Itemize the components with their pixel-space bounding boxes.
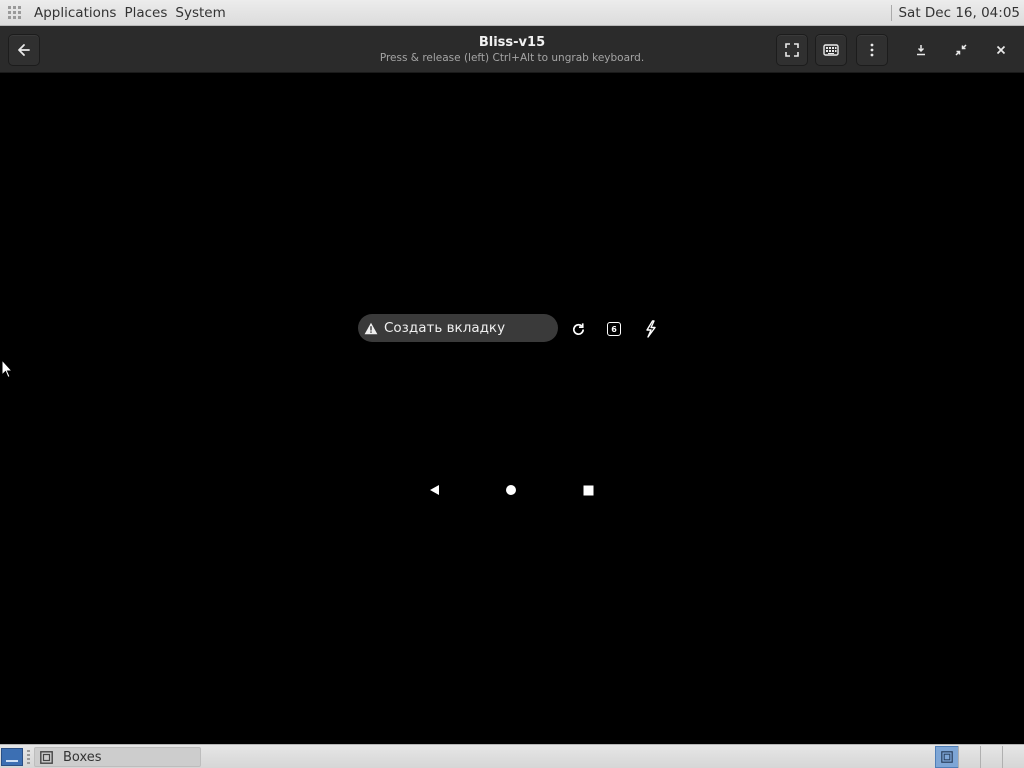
- unmaximize-button[interactable]: [945, 34, 977, 66]
- minimize-button[interactable]: [905, 34, 937, 66]
- search-label: Создать вкладку: [384, 320, 506, 336]
- boxes-headerbar: Bliss-v15 Press & release (left) Ctrl+Al…: [0, 26, 1024, 73]
- close-icon: [996, 45, 1006, 55]
- task-boxes[interactable]: Boxes: [34, 747, 201, 767]
- keyboard-icon: [823, 44, 839, 56]
- menu-system[interactable]: System: [171, 5, 229, 21]
- clock[interactable]: Sat Dec 16, 04:05: [891, 0, 1020, 25]
- mouse-pointer-icon: [1, 359, 13, 379]
- restore-icon: [955, 44, 967, 56]
- workspace-3[interactable]: [980, 746, 1004, 768]
- close-button[interactable]: [985, 34, 1017, 66]
- workspace-2[interactable]: [958, 746, 982, 768]
- show-desktop-button[interactable]: [1, 748, 23, 766]
- apps-grid-icon[interactable]: [8, 5, 22, 20]
- menu-applications[interactable]: Applications: [30, 5, 120, 21]
- menu-button[interactable]: [856, 34, 888, 66]
- workspace-window-icon: [941, 751, 953, 763]
- vm-display[interactable]: [0, 73, 1024, 744]
- nav-back-button[interactable]: [426, 482, 442, 498]
- kebab-menu-icon: [870, 43, 874, 57]
- tab-count: 6: [607, 322, 621, 336]
- clock-separator: [891, 4, 893, 21]
- home-circle-icon: [506, 485, 516, 495]
- recents-square-icon: [583, 485, 593, 495]
- reload-button[interactable]: [569, 320, 587, 338]
- tab-switcher-button[interactable]: 6: [605, 320, 623, 338]
- clock-label: Sat Dec 16, 04:05: [898, 4, 1020, 21]
- fullscreen-icon: [785, 43, 799, 57]
- back-triangle-icon: [430, 485, 439, 495]
- boxes-app-icon: [40, 750, 53, 764]
- taskbar: Boxes: [0, 744, 1024, 768]
- workspace-4[interactable]: [1002, 746, 1024, 768]
- browser-menu-button[interactable]: [641, 319, 659, 339]
- keyboard-button[interactable]: [815, 34, 847, 66]
- lightning-icon: [646, 320, 656, 338]
- workspace-1[interactable]: [935, 746, 959, 768]
- taskbar-handle[interactable]: [27, 750, 30, 764]
- reload-icon: [572, 322, 584, 335]
- warning-icon: [364, 322, 378, 335]
- task-label: Boxes: [63, 749, 102, 765]
- minimize-icon: [917, 45, 925, 56]
- top-panel: Applications Places System Sat Dec 16, 0…: [0, 0, 1024, 26]
- nav-recents-button[interactable]: [580, 482, 596, 498]
- search-bar[interactable]: Создать вкладку: [358, 314, 558, 342]
- nav-home-button[interactable]: [503, 482, 519, 498]
- menu-places[interactable]: Places: [120, 5, 171, 21]
- fullscreen-button[interactable]: [776, 34, 808, 66]
